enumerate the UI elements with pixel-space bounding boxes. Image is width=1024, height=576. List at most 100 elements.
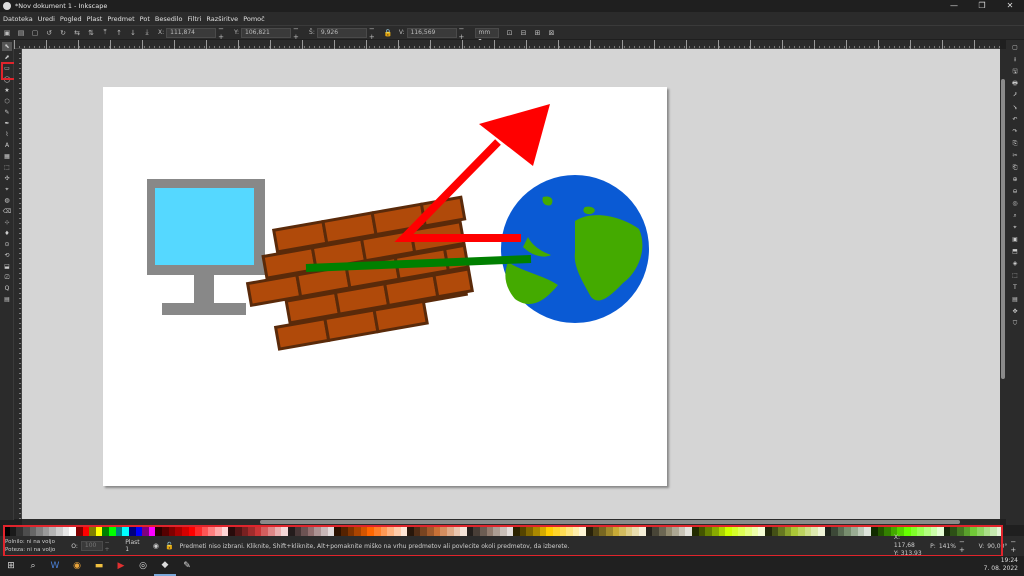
redo-icon[interactable]: ↷ [1010,127,1020,136]
canvas-area[interactable] [22,49,1000,519]
calligraphy-tool-icon[interactable]: ⌇ [2,130,12,139]
save-document-icon[interactable]: 🖫 [1010,67,1020,76]
menu-filtri[interactable]: Filtri [187,15,201,23]
transform-gradients-icon[interactable]: ⊞ [533,28,543,38]
file-explorer-icon[interactable]: ▬ [88,556,110,576]
globe-drawing[interactable] [501,175,649,323]
spray-tool-icon[interactable]: ◍ [2,196,12,205]
clone-icon[interactable]: ⬒ [1010,247,1020,256]
unit-select[interactable]: mm ▾ [474,27,499,44]
rotate-cw-icon[interactable]: ↻ [58,28,68,38]
text-tool-icon[interactable]: A [2,141,12,150]
layers-tool-icon[interactable]: ▤ [2,295,12,304]
width-stepper-icon[interactable]: −+ [369,25,379,41]
horizontal-scroll-thumb[interactable] [260,520,960,524]
search-icon[interactable]: ⌕ [22,556,44,576]
chrome-icon[interactable]: ◉ [66,556,88,576]
close-button[interactable]: ✕ [996,0,1024,12]
zoom-out-icon[interactable]: ⊖ [1010,187,1020,196]
duplicate-icon[interactable]: ▣ [1010,235,1020,244]
inkscape-taskbar-icon[interactable]: ◆ [154,556,176,576]
text-font-icon[interactable]: T [1010,283,1020,292]
x-stepper-icon[interactable]: −+ [218,25,228,41]
zoom-tool-icon[interactable]: Q [2,284,12,293]
node-tool-icon[interactable]: ⬈ [2,53,12,62]
spiral-tool-icon[interactable]: ⬓ [2,262,12,271]
eraser-tool-icon[interactable]: ⌫ [2,207,12,216]
maximize-button[interactable]: ❐ [968,0,996,12]
menu-pogled[interactable]: Pogled [60,15,82,23]
lower-to-bottom-icon[interactable]: ⤓ [142,28,152,38]
paint-icon[interactable]: ✎ [176,556,198,576]
monitor-drawing[interactable] [147,179,265,315]
ungroup-icon[interactable]: ⬚ [1010,271,1020,280]
menu-pomoc[interactable]: Pomoč [243,15,265,23]
copy-icon[interactable]: ⎘ [1010,139,1020,148]
undo-icon[interactable]: ↶ [1010,115,1020,124]
deselect-icon[interactable]: ▢ [30,28,40,38]
menu-pot[interactable]: Pot [140,15,150,23]
y-stepper-icon[interactable]: −+ [293,25,303,41]
open-document-icon[interactable]: ⭳ [1010,55,1020,64]
zoom-page-icon[interactable]: ◎ [1010,199,1020,208]
transform-patterns-icon[interactable]: ⊠ [547,28,557,38]
rotate-ccw-icon[interactable]: ↺ [44,28,54,38]
measure-tool-icon[interactable]: ⊹ [2,218,12,227]
new-document-icon[interactable]: ▢ [1010,43,1020,52]
lpe-tool-icon[interactable]: ⟲ [2,251,12,260]
menu-razsiritve[interactable]: Razširitve [206,15,238,23]
flip-vertical-icon[interactable]: ⇅ [86,28,96,38]
pages-tool-icon[interactable]: ⎚ [2,273,12,282]
select-all-layers-icon[interactable]: ▤ [16,28,26,38]
app-icon[interactable]: ◎ [132,556,154,576]
layers-panel-icon[interactable]: ▤ [1010,295,1020,304]
lock-ratio-icon[interactable]: 🔒 [383,28,393,38]
system-clock[interactable]: 19:24 7. 08. 2022 [984,557,1018,573]
height-stepper-icon[interactable]: −+ [459,25,469,41]
tweak-tool-icon[interactable]: ⊙ [2,240,12,249]
scale-stroke-icon[interactable]: ⊡ [505,28,515,38]
minimize-button[interactable]: — [940,0,968,12]
start-icon[interactable]: ⊞ [0,556,22,576]
height-input[interactable]: 116,569 [406,27,457,38]
menu-uredi[interactable]: Uredi [38,15,55,23]
width-input[interactable]: 9,926 [316,27,367,38]
pen-tool-icon[interactable]: ✒ [2,119,12,128]
document-page[interactable] [103,87,667,486]
export-icon[interactable]: ⭸ [1010,103,1020,112]
zoom-in-icon[interactable]: ⊕ [1010,175,1020,184]
selector-tool-icon[interactable]: ⬉ [2,42,12,51]
brick-wall-drawing[interactable] [239,195,481,352]
raise-to-top-icon[interactable]: ⤒ [100,28,110,38]
select-all-icon[interactable]: ▣ [2,28,12,38]
scale-corners-icon[interactable]: ⊟ [519,28,529,38]
dropper-tool-icon[interactable]: ✣ [2,174,12,183]
menu-plast[interactable]: Plast [87,15,103,23]
pencil-tool-icon[interactable]: ✎ [2,108,12,117]
y-input[interactable]: 106,821 [241,27,292,38]
zoom-drawing-icon[interactable]: ⌕ [1010,211,1020,220]
horizontal-ruler[interactable] [14,40,1000,49]
group-icon[interactable]: ◈ [1010,259,1020,268]
align-distribute-icon[interactable]: ✥ [1010,307,1020,316]
print-icon[interactable]: 🖶 [1010,79,1020,88]
connector-tool-icon[interactable]: ⌖ [2,185,12,194]
menu-datoteka[interactable]: Datoteka [3,15,33,23]
menu-besedilo[interactable]: Besedilo [155,15,183,23]
zoom-selection-icon[interactable]: ⌖ [1010,223,1020,232]
lower-icon[interactable]: ↓ [128,28,138,38]
paint-bucket-tool-icon[interactable]: ♦ [2,229,12,238]
flip-horizontal-icon[interactable]: ⇆ [72,28,82,38]
menu-predmet[interactable]: Predmet [107,15,134,23]
import-icon[interactable]: ⭷ [1010,91,1020,100]
rotation-stepper-icon[interactable]: − + [1010,538,1024,554]
vertical-scroll-thumb[interactable] [1001,79,1005,379]
preferences-icon[interactable]: ⛉ [1010,319,1020,328]
mesh-tool-icon[interactable]: ⬚ [2,163,12,172]
media-player-icon[interactable]: ▶ [110,556,132,576]
star-tool-icon[interactable]: ★ [2,86,12,95]
word-icon[interactable]: W [44,556,66,576]
raise-icon[interactable]: ↑ [114,28,124,38]
paste-icon[interactable]: ⎗ [1010,163,1020,172]
vertical-ruler[interactable] [14,49,22,519]
